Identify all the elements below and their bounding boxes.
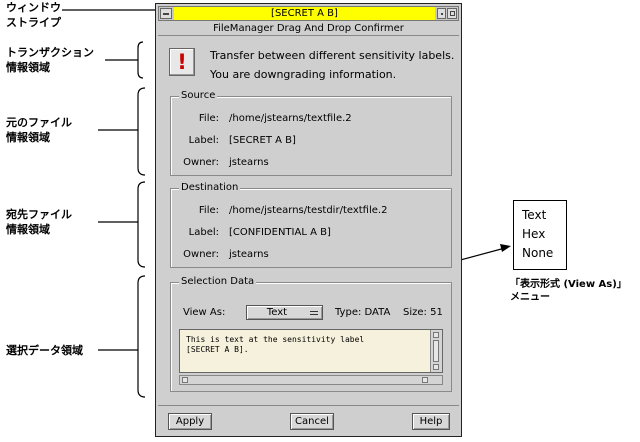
- apply-button[interactable]: Apply: [168, 413, 212, 430]
- source-file-label: File:: [198, 113, 219, 124]
- destination-label-value: [CONFIDENTIAL A B]: [229, 227, 331, 238]
- scroll-down-icon[interactable]: [433, 364, 439, 370]
- destination-owner-value: jstearns: [229, 249, 269, 260]
- annotation-selection-area: 選択データ領域: [6, 343, 83, 358]
- help-button[interactable]: Help: [412, 413, 450, 430]
- annotation-line: ウィンドウ: [6, 1, 61, 14]
- destination-group: Destination File: /home/jstearns/testdir…: [170, 182, 452, 268]
- content-line: This is text at the sensitivity label: [186, 335, 365, 344]
- window-title: FileManager Drag And Drop Confirmer: [158, 22, 459, 36]
- footer-divider: [158, 405, 459, 406]
- selection-content[interactable]: This is text at the sensitivity label [S…: [179, 329, 443, 373]
- annotation-line: メニュー: [510, 292, 550, 303]
- source-owner-label: Owner:: [183, 157, 219, 168]
- annotation-line: 宛先ファイル: [6, 208, 72, 221]
- source-file-value: /home/jstearns/textfile.2: [229, 113, 352, 124]
- minimize-icon[interactable]: [437, 8, 446, 19]
- annotation-line: ストライプ: [6, 16, 61, 29]
- source-group: Source File: /home/jstearns/textfile.2 L…: [170, 90, 452, 176]
- maximize-icon[interactable]: [447, 8, 457, 19]
- destination-file-label: File:: [198, 205, 219, 216]
- annotation-line: 情報領域: [6, 61, 50, 74]
- menu-button-icon: [310, 311, 318, 315]
- stripe-label: [SECRET A B]: [174, 7, 435, 20]
- scroll-thumb[interactable]: [433, 340, 439, 362]
- annotation-line: 選択データ領域: [6, 344, 83, 357]
- annotation-line: トランザクション: [6, 46, 94, 59]
- content-line: [SECRET A B].: [186, 345, 249, 354]
- scroll-right-icon[interactable]: [422, 377, 428, 383]
- transaction-message-line1: Transfer between different sensitivity l…: [210, 49, 455, 62]
- menu-item-text: Text: [522, 208, 547, 222]
- view-as-options-menu: Text Hex None: [513, 200, 567, 270]
- destination-file-value: /home/jstearns/testdir/textfile.2: [229, 205, 388, 216]
- type-text: Type: DATA: [335, 307, 391, 318]
- destination-title: Destination: [179, 182, 241, 194]
- view-as-label: View As:: [183, 307, 226, 318]
- annotation-view-as-menu: 「表示形式 (View As)」 メニュー: [510, 278, 627, 304]
- menu-item-none: None: [522, 246, 554, 260]
- alert-icon: [169, 48, 195, 76]
- window-stripe: [SECRET A B]: [158, 6, 459, 21]
- source-label-label: Label:: [188, 135, 219, 146]
- menu-item-hex: Hex: [522, 227, 546, 241]
- vertical-scrollbar[interactable]: [430, 330, 442, 372]
- annotation-destination-area: 宛先ファイル 情報領域: [6, 207, 72, 237]
- source-label-value: [SECRET A B]: [229, 135, 296, 146]
- annotation-line: 情報領域: [6, 131, 50, 144]
- source-owner-value: jstearns: [229, 157, 269, 168]
- cancel-button[interactable]: Cancel: [290, 413, 334, 430]
- transaction-message-line2: You are downgrading information.: [210, 68, 397, 81]
- selection-group: Selection Data View As: Text Type: DATA …: [170, 276, 452, 392]
- scroll-up-icon[interactable]: [433, 332, 439, 338]
- view-as-dropdown[interactable]: Text: [246, 305, 323, 320]
- source-title: Source: [179, 90, 218, 102]
- horizontal-scrollbar[interactable]: [179, 375, 443, 385]
- annotation-window-stripe: ウィンドウ ストライプ: [6, 0, 61, 30]
- destination-owner-label: Owner:: [183, 249, 219, 260]
- annotation-transaction-area: トランザクション 情報領域: [6, 45, 94, 75]
- annotation-line: 「表示形式 (View As)」: [510, 279, 627, 290]
- view-as-value: Text: [266, 307, 288, 318]
- size-text: Size: 51: [403, 307, 443, 318]
- confirmer-window: [SECRET A B] FileManager Drag And Drop C…: [155, 3, 462, 437]
- scroll-left-icon[interactable]: [182, 377, 188, 383]
- destination-label-label: Label:: [188, 227, 219, 238]
- selection-title: Selection Data: [179, 276, 257, 288]
- annotation-line: 情報領域: [6, 223, 50, 236]
- annotation-source-area: 元のファイル 情報領域: [6, 115, 72, 145]
- window-menu-icon[interactable]: [160, 8, 172, 19]
- annotation-line: 元のファイル: [6, 116, 72, 129]
